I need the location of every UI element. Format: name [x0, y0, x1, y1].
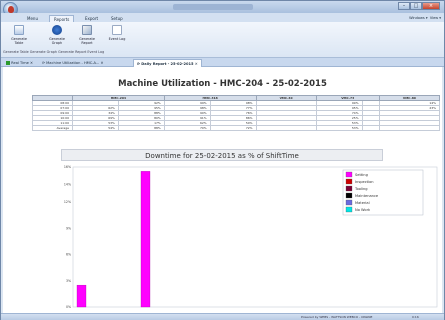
window-title [173, 4, 253, 10]
windows-menu[interactable]: Windows [409, 16, 425, 20]
report-icon [82, 25, 92, 35]
bar [140, 171, 151, 308]
app-window: – □ × Menu Reports Export Setup Windows … [0, 0, 445, 320]
legend-label: Tooling [354, 187, 368, 191]
view-menu[interactable]: View [430, 16, 438, 20]
tab-reports[interactable]: Reports [49, 15, 75, 22]
y-tick-label: 6% [66, 253, 71, 257]
y-tick-label: 3% [66, 279, 71, 283]
title-bar: – □ × [1, 1, 444, 13]
ribbon-group-labels: Generate Table Generate Graph Generate R… [3, 50, 105, 54]
ribbon-tabs: Menu Reports Export Setup Windows ▾ View… [1, 13, 444, 22]
tab-menu[interactable]: Menu [23, 15, 42, 22]
legend-swatch [345, 192, 353, 199]
table-cell [361, 125, 380, 131]
generate-graph-button[interactable]: Generate Graph [45, 24, 69, 50]
y-tick-label: 16% [64, 165, 71, 169]
y-tick-label: 12% [64, 200, 71, 204]
legend-swatch [345, 199, 353, 206]
legend-swatch [345, 171, 353, 178]
report-view: Machine Utilization - HMC-204 - 25-02-20… [3, 67, 442, 313]
utilization-table: HMC-204 HMC-318 VMC-40 VMC-73 VMC-80 08:… [32, 95, 441, 131]
tab-machine-utilization-label: Machine Utilization - HMC-A... [46, 61, 100, 65]
tab-real-time-label: Real Time [11, 61, 29, 65]
legend-label: No Work [355, 208, 371, 212]
document-tabs: Real Time ✕ ⟳ Machine Utilization - HMC-… [1, 58, 444, 67]
y-tick-label: 14% [64, 183, 71, 187]
table-cell: 88% [117, 125, 165, 131]
maximize-button[interactable]: □ [410, 2, 422, 10]
legend-label: Inspection [355, 180, 374, 184]
event-log-icon [112, 25, 122, 35]
clock-icon: ⟳ [42, 61, 46, 65]
downtime-chart: 0% 3% 6% 9% 12% 14% 16% Setting Inspection Toolin… [64, 165, 438, 309]
clock-icon: ⟳ [137, 62, 141, 66]
y-tick-label: 9% [66, 226, 71, 230]
tab-daily-report[interactable]: ⟳ Daily Report - 25-02-2015 ✕ [133, 59, 202, 67]
table-cell: 70% [163, 125, 211, 131]
legend-label: Material [355, 201, 370, 205]
graph-icon [52, 25, 62, 35]
legend-swatch [345, 185, 353, 192]
generate-graph-label: Generate Graph [49, 37, 65, 45]
legend-swatch [345, 178, 353, 185]
event-log-label: Event Log [108, 37, 126, 41]
bar [76, 284, 87, 308]
window-controls: – □ × [398, 2, 440, 10]
chart-title: Downtime for 25-02-2015 as % of ShiftTim… [61, 149, 383, 161]
table-cell: 53% [315, 125, 363, 131]
legend-label: Setting [355, 173, 368, 177]
tab-daily-report-label: Daily Report - 25-02-2015 [141, 62, 194, 66]
window-links: Windows ▾ View ▾ [409, 16, 441, 20]
generate-table-label: Generate Table [11, 37, 27, 45]
generate-report-button[interactable]: Generate Report [75, 24, 99, 50]
tab-machine-utilization[interactable]: ⟳ Machine Utilization - HMC-A... ✕ [39, 59, 106, 67]
y-tick-label: 0% [66, 305, 71, 309]
legend-swatch [345, 206, 353, 213]
real-time-icon [6, 61, 10, 65]
table-cell: 54% [72, 125, 119, 131]
row-label-cell: Average [32, 125, 73, 131]
table-row: Average 54% 88% 70% 72% 53% [32, 125, 441, 131]
generate-table-button[interactable]: Generate Table [7, 24, 31, 50]
table-cell [255, 125, 317, 131]
close-button[interactable]: × [422, 2, 440, 10]
tab-export[interactable]: Export [81, 15, 102, 22]
table-cell: 72% [209, 125, 257, 131]
table-icon [14, 25, 24, 35]
event-log-button[interactable]: Event Log [105, 24, 129, 50]
legend-label: Maintenance [355, 194, 379, 198]
ribbon: Generate Table Generate Graph Generate R… [1, 22, 444, 58]
tab-setup[interactable]: Setup [107, 15, 127, 22]
minimize-button[interactable]: – [398, 2, 410, 10]
status-bar: Powered by WEBS - WATTSON WEBCO - ONLINE… [1, 313, 444, 320]
status-text: Powered by WEBS - WATTSON WEBCO - ONLINE [301, 315, 373, 319]
table-cell [378, 125, 441, 131]
app-logo-icon [8, 6, 14, 13]
status-right: 0:16 [412, 315, 419, 319]
generate-report-label: Generate Report [79, 37, 95, 45]
tab-real-time[interactable]: Real Time ✕ [3, 59, 36, 67]
report-title: Machine Utilization - HMC-204 - 25-02-20… [118, 79, 327, 89]
